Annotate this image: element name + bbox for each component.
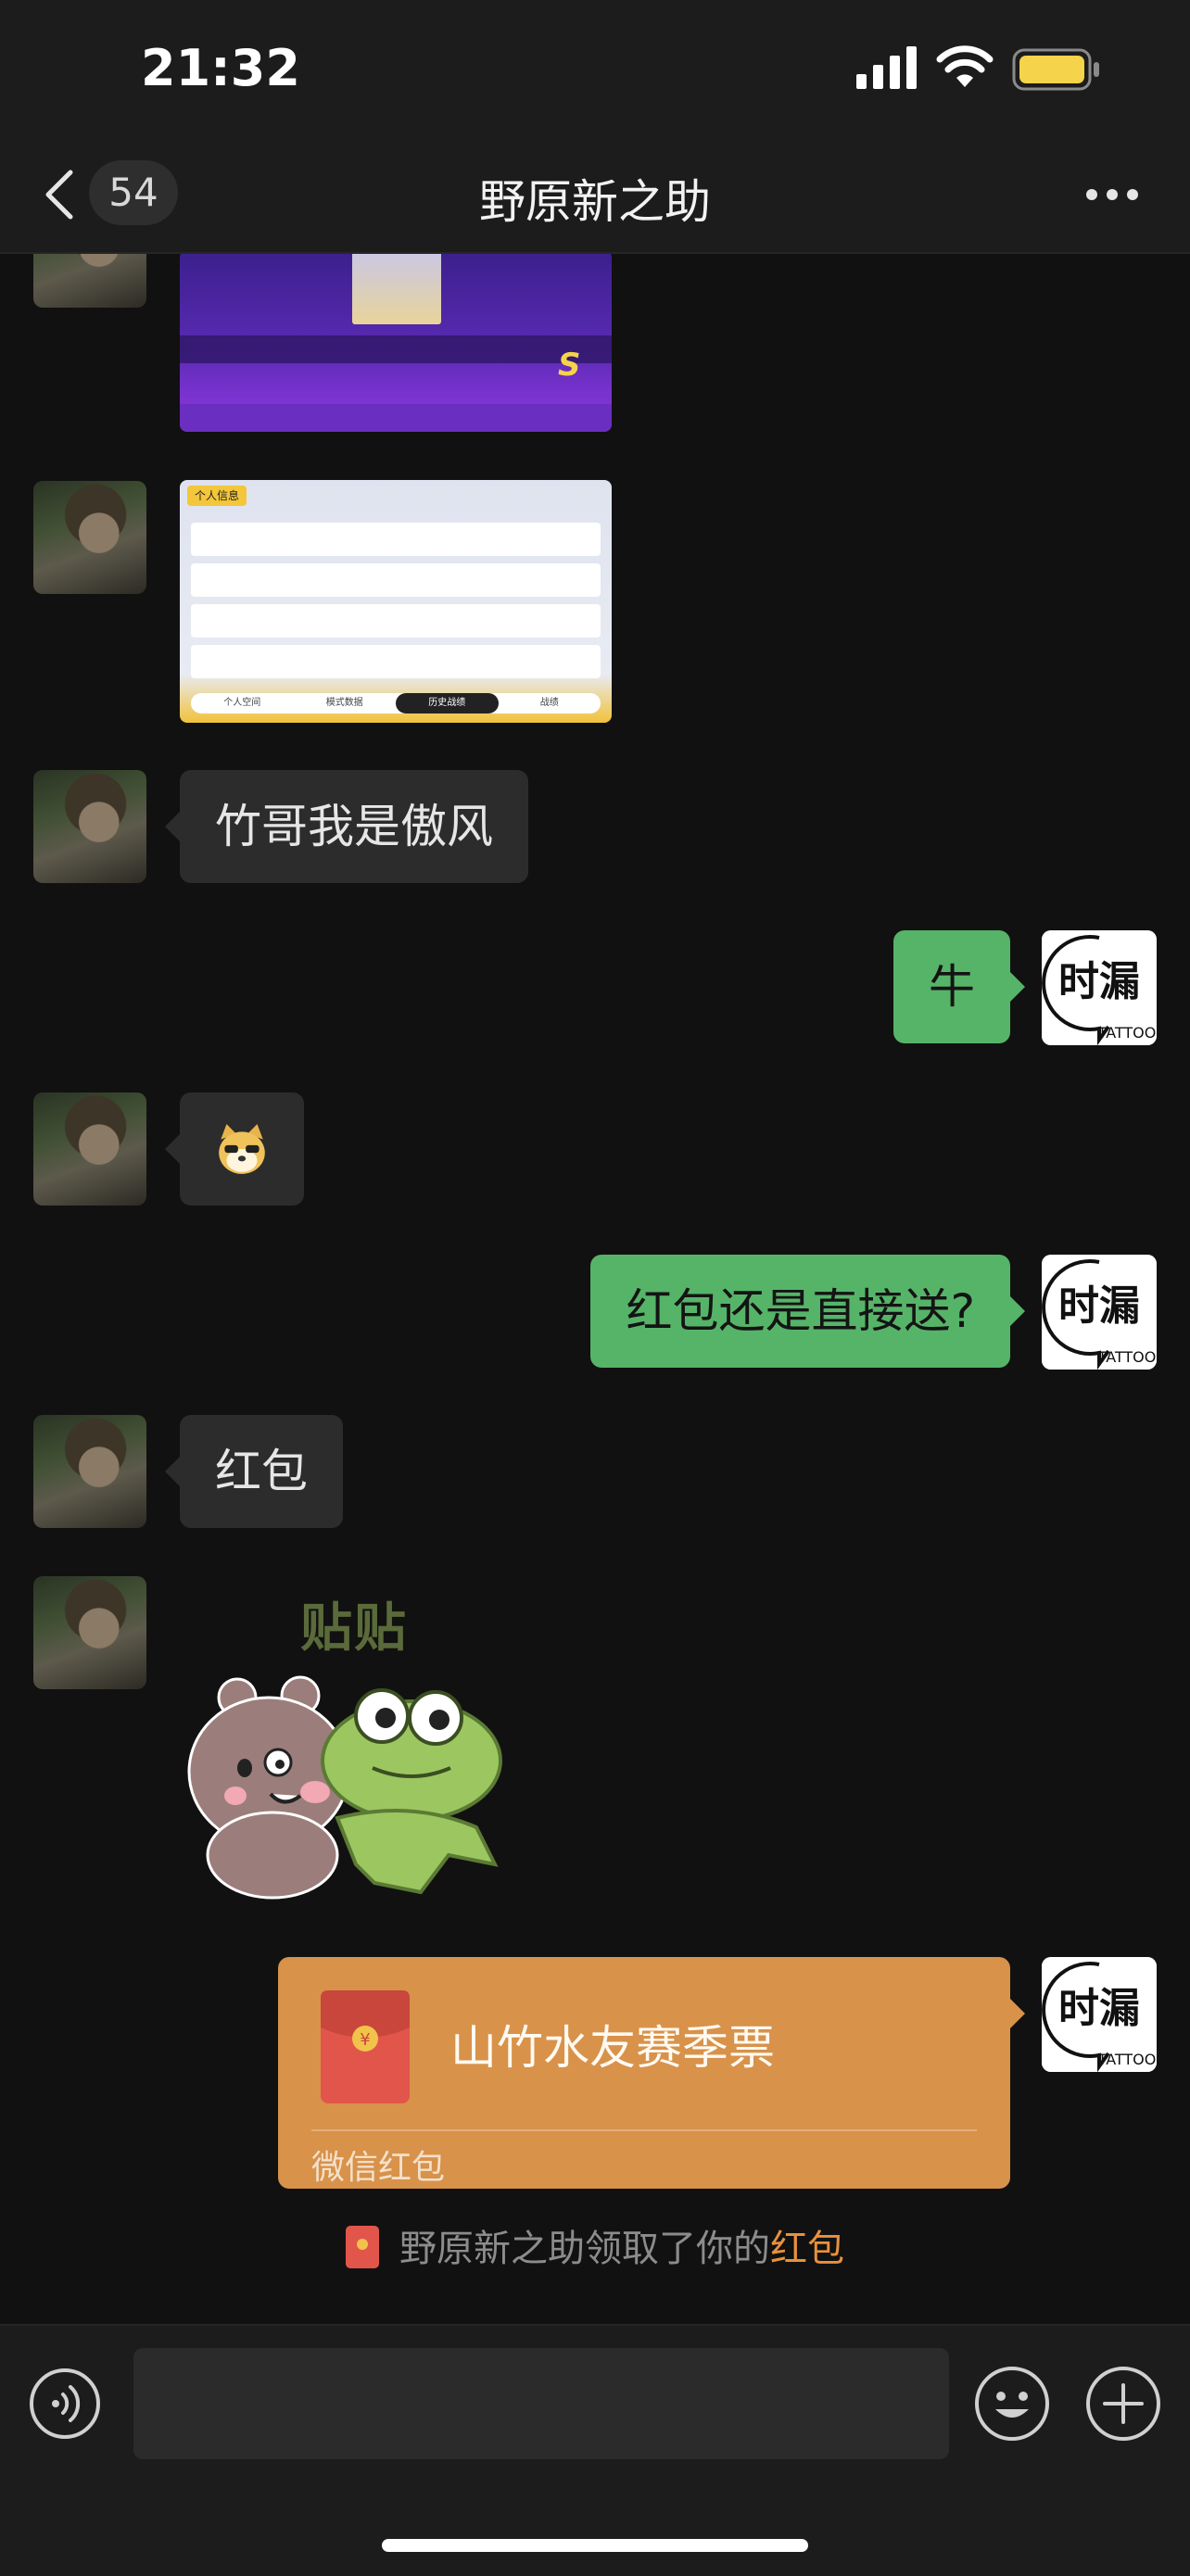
image-strip [180, 335, 612, 363]
contact-avatar[interactable] [33, 1415, 146, 1528]
system-notice: 野原新之助领取了你的红包 [0, 2218, 1190, 2272]
logo-text: TATTOO [1097, 1024, 1157, 1042]
message-input[interactable] [133, 2348, 949, 2459]
logo-text: TATTOO [1097, 2051, 1157, 2068]
image-bottom-bar [180, 404, 612, 432]
emoji-icon[interactable] [973, 2365, 1051, 2443]
image-message[interactable]: S [180, 254, 612, 432]
signal-icon [856, 46, 917, 89]
game-card-image [352, 254, 441, 324]
message-bubble[interactable]: 竹哥我是傲风 [165, 770, 528, 883]
stats-row [191, 604, 601, 638]
red-packet-title: 山竹水友赛季票 [450, 2021, 775, 2075]
plus-icon[interactable] [1084, 2365, 1162, 2443]
input-bar [0, 2324, 1190, 2576]
logo-chars: 时漏 [1058, 1985, 1140, 2032]
stats-row [191, 563, 601, 597]
message-bubble[interactable]: 红包 [165, 1415, 343, 1528]
divider [311, 2129, 977, 2131]
stats-tab: 战绩 [539, 698, 559, 708]
stats-bottom-tabs: 个人空间 模式数据 历史战绩 战绩 [191, 693, 601, 713]
chat-header: 54 野原新之助 [0, 139, 1190, 254]
stats-row [191, 645, 601, 678]
stats-row [191, 523, 601, 556]
contact-avatar[interactable] [33, 1092, 146, 1206]
message-bubble-self[interactable]: 牛 [893, 930, 1025, 1043]
contact-avatar[interactable] [33, 1576, 146, 1689]
tattoo-logo-icon: 时漏 TATTOO [1042, 1957, 1157, 2072]
home-indicator[interactable] [382, 2539, 808, 2552]
contact-avatar[interactable] [33, 254, 146, 308]
red-packet-label: 微信红包 [311, 2149, 446, 2187]
logo-chars: 时漏 [1058, 958, 1140, 1005]
logo-text: TATTOO [1097, 1348, 1157, 1366]
stats-tab-badge: 个人信息 [187, 486, 247, 506]
doge-emoji-icon [219, 1124, 265, 1174]
logo-chars: 时漏 [1058, 1282, 1140, 1330]
red-packet-icon [346, 2226, 379, 2268]
status-bar: 21:32 [0, 0, 1190, 139]
stats-tab: 模式数据 [325, 698, 363, 708]
self-avatar[interactable]: 时漏 TATTOO [1042, 1957, 1157, 2072]
system-notice-text: 野原新之助领取了你的 [399, 2228, 770, 2270]
status-time: 21:32 [141, 39, 300, 97]
chat-message-list[interactable]: S 个人信息 个人空间 模式数据 历史战绩 战绩 竹哥我是傲风 时漏 TATTO… [0, 254, 1190, 2322]
self-avatar[interactable]: 时漏 TATTOO [1042, 1255, 1157, 1370]
red-packet-card[interactable]: ¥ 山竹水友赛季票 微信红包 [278, 1957, 1025, 2189]
sticker-bubble[interactable] [165, 1092, 304, 1206]
svg-text:¥: ¥ [360, 2030, 370, 2050]
red-packet-link[interactable]: 红包 [770, 2228, 844, 2270]
image-message[interactable]: 个人信息 个人空间 模式数据 历史战绩 战绩 [180, 480, 612, 723]
self-avatar[interactable]: 时漏 TATTOO [1042, 930, 1157, 1045]
wifi-icon [936, 45, 994, 87]
bear-frog-illustration [187, 1675, 502, 1900]
red-envelope-icon: ¥ [321, 1990, 410, 2103]
stats-tab-active: 历史战绩 [396, 693, 499, 713]
message-bubble-self[interactable]: 红包还是直接送? [590, 1255, 1025, 1368]
contact-avatar[interactable] [33, 770, 146, 883]
tattoo-logo-icon: 时漏 TATTOO [1042, 1255, 1157, 1370]
more-dots-icon[interactable] [1084, 185, 1140, 204]
tattoo-logo-icon: 时漏 TATTOO [1042, 930, 1157, 1045]
chat-title: 野原新之助 [479, 175, 711, 229]
stats-tab: 个人空间 [223, 698, 261, 708]
bear-frog-sticker[interactable]: 贴贴 [180, 1586, 523, 1901]
contact-avatar[interactable] [33, 481, 146, 594]
voice-icon[interactable] [28, 2367, 102, 2441]
rank-badge-image: S [558, 347, 581, 384]
battery-icon [1012, 48, 1099, 91]
